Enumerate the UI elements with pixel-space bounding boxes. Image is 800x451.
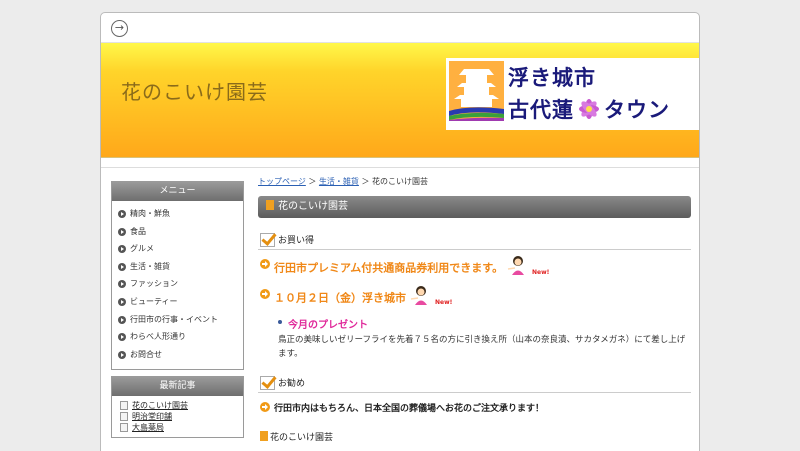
menu-item-meat-fish[interactable]: 精肉・鮮魚 — [118, 205, 237, 223]
present-item: 今月のプレゼント — [258, 316, 691, 331]
recent-posts-heading: 最新記事 — [112, 377, 243, 397]
breadcrumb-separator: ＞ — [305, 177, 319, 186]
menu-item-label: わらべ人形通り — [130, 332, 186, 342]
bullet-icon — [278, 320, 282, 324]
menu-item-events[interactable]: 行田市の行事・イベント — [118, 311, 237, 329]
menu-item-warabe-street[interactable]: わらべ人形通り — [118, 328, 237, 346]
menu-item-label: ビューティー — [130, 296, 178, 306]
recommend-text: 行田市内はもちろん、日本全国の葬儀場へお花のご注文承ります！ — [274, 404, 545, 414]
present-description: 鳥正の美味しいゼリーフライを先着７５名の方に引き換え所（山本の奈良漬、サカタメガ… — [278, 335, 686, 359]
site-title[interactable]: 花のこいけ園芸 — [121, 76, 268, 105]
menu-heading: メニュー — [112, 182, 243, 201]
menu-item-food[interactable]: 食品 — [118, 223, 237, 241]
menu-item-label: お問合せ — [130, 349, 162, 359]
recent-post-label: 明治堂印舗 — [132, 412, 172, 422]
page-heading-bar: 花のこいけ園芸 — [258, 196, 691, 218]
recent-posts-list: 花のこいけ園芸 明治堂印舗 大島薬局 — [112, 396, 243, 437]
main-content: トップページ ＞ 生活・雑貨 ＞ 花のこいけ園芸 花のこいけ園芸 お買い得 行田… — [258, 176, 691, 443]
ukishiroichi-logo[interactable]: 浮き城市 古代蓮 タウン — [446, 58, 699, 130]
section-heading-deals: お買い得 — [258, 233, 691, 250]
menu-item-label: グルメ — [130, 244, 154, 254]
recent-post-label: 花のこいけ園芸 — [132, 401, 188, 411]
arrow-circle-icon — [260, 259, 270, 269]
arrow-bullet-icon — [118, 333, 126, 342]
top-bar: → — [101, 13, 699, 43]
arrow-right-circle-icon[interactable]: → — [111, 20, 128, 37]
new-badge-girl-icon: New! — [507, 256, 549, 276]
breadcrumb-home-link[interactable]: トップページ — [258, 177, 306, 186]
menu-item-gourmet[interactable]: グルメ — [118, 240, 237, 258]
menu-item-contact[interactable]: お問合せ — [118, 346, 237, 364]
new-badge-label: New! — [435, 299, 452, 306]
arrow-bullet-icon — [118, 350, 126, 359]
menu-item-fashion[interactable]: ファッション — [118, 275, 237, 293]
checkmark-icon — [260, 376, 275, 390]
logo-line-2b: タウン — [604, 98, 670, 122]
menu-box: メニュー 精肉・鮮魚 食品 グルメ 生活・雑貨 ファッション ビューティー 行田… — [111, 181, 244, 371]
castle-logo-icon — [449, 61, 504, 121]
notice-voucher: 行田市プレミアム付共通商品券利用できます。 New! — [258, 256, 691, 280]
breadcrumb: トップページ ＞ 生活・雑貨 ＞ 花のこいけ園芸 — [258, 176, 691, 188]
document-icon — [120, 412, 128, 422]
menu-item-beauty[interactable]: ビューティー — [118, 293, 237, 311]
section-title: お買い得 — [278, 236, 315, 246]
recommend-item: 行田市内はもちろん、日本全国の葬儀場へお花のご注文承ります！ — [258, 401, 691, 414]
menu-list: 精肉・鮮魚 食品 グルメ 生活・雑貨 ファッション ビューティー 行田市の行事・… — [112, 201, 243, 369]
shop-name-heading: 花のこいけ園芸 — [258, 430, 691, 443]
document-icon — [120, 423, 128, 433]
notice-text: 行田市プレミアム付共通商品券利用できます。 — [274, 261, 504, 275]
new-badge-label: New! — [532, 269, 549, 276]
menu-item-lifestyle[interactable]: 生活・雑貨 — [118, 258, 237, 276]
recent-post-link[interactable]: 花のこいけ園芸 — [120, 400, 235, 411]
arrow-bullet-icon — [118, 262, 126, 271]
browser-frame: → 花のこいけ園芸 浮き城市 古代蓮 タウン メニュー 精肉・鮮魚 食品 グルメ… — [100, 12, 700, 451]
arrow-circle-icon — [260, 289, 270, 299]
header-banner: 花のこいけ園芸 浮き城市 古代蓮 タウン — [101, 43, 699, 158]
logo-line-2a: 古代蓮 — [508, 98, 574, 122]
recent-post-link[interactable]: 大島薬局 — [120, 422, 235, 433]
arrow-bullet-icon — [118, 280, 126, 289]
section-title: お勧め — [278, 379, 306, 389]
recent-post-link[interactable]: 明治堂印舗 — [120, 411, 235, 422]
arrow-bullet-icon — [118, 315, 126, 324]
tag-icon — [266, 200, 274, 210]
shop-name: 花のこいけ園芸 — [270, 433, 334, 443]
notice-event: １０月２日（金）浮き城市 New! — [258, 286, 691, 310]
arrow-bullet-icon — [118, 245, 126, 254]
lotus-flower-icon — [579, 99, 599, 119]
breadcrumb-separator: ＞ — [358, 177, 373, 186]
present-title: 今月のプレゼント — [288, 320, 368, 331]
breadcrumb-current: 花のこいけ園芸 — [372, 177, 429, 186]
section-heading-recommend: お勧め — [258, 376, 691, 393]
arrow-bullet-icon — [118, 227, 126, 236]
logo-line-1: 浮き城市 — [508, 66, 596, 90]
logo-line-2: 古代蓮 タウン — [508, 94, 670, 124]
menu-item-label: 生活・雑貨 — [130, 261, 170, 271]
recent-post-label: 大島薬局 — [132, 423, 164, 433]
document-icon — [120, 401, 128, 411]
menu-item-label: 食品 — [130, 226, 146, 236]
new-badge-girl-icon: New! — [410, 286, 452, 306]
banner-divider — [101, 158, 699, 168]
arrow-bullet-icon — [118, 297, 126, 306]
notice-text: １０月２日（金）浮き城市 — [274, 291, 406, 305]
checkmark-icon — [260, 233, 275, 247]
tag-icon — [260, 431, 268, 441]
arrow-bullet-icon — [118, 210, 126, 218]
menu-item-label: ファッション — [130, 279, 178, 289]
menu-item-label: 行田市の行事・イベント — [130, 314, 218, 324]
page-heading: 花のこいけ園芸 — [278, 201, 348, 212]
sidebar: メニュー 精肉・鮮魚 食品 グルメ 生活・雑貨 ファッション ビューティー 行田… — [111, 181, 244, 444]
menu-item-label: 精肉・鮮魚 — [130, 209, 170, 218]
breadcrumb-category-link[interactable]: 生活・雑貨 — [319, 177, 359, 186]
arrow-circle-icon — [260, 402, 270, 412]
recent-posts-box: 最新記事 花のこいけ園芸 明治堂印舗 大島薬局 — [111, 376, 244, 439]
